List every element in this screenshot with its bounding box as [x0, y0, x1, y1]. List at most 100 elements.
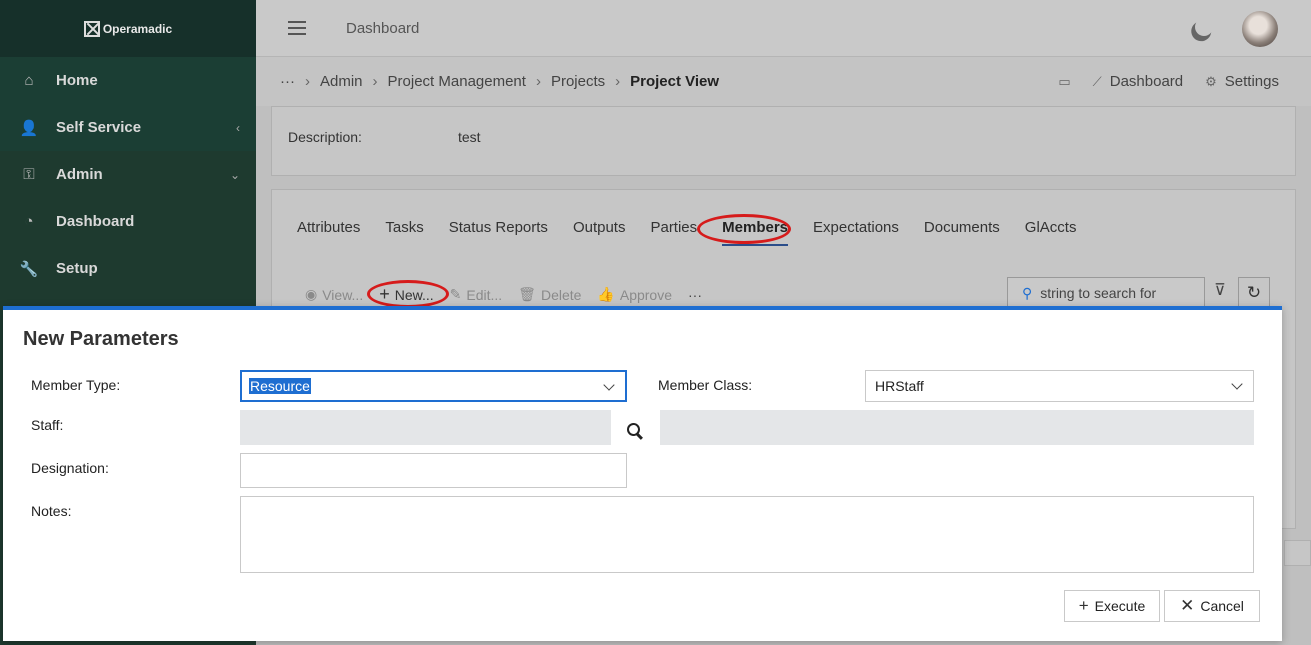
description-card: Description: test [271, 106, 1296, 176]
search-icon[interactable] [626, 422, 644, 440]
staff-name-field [660, 410, 1254, 445]
member-type-label: Member Type: [31, 377, 121, 393]
brand-name: Operamadic [102, 21, 173, 36]
cancel-button[interactable]: ✕ Cancel [1164, 590, 1260, 622]
dialog-title: New Parameters [23, 328, 179, 350]
execute-button[interactable]: + Execute [1064, 590, 1160, 622]
sidebar-item-label: Setup [56, 260, 98, 277]
sidebar-item-self-service[interactable]: 👤 Self Service ‹ [0, 104, 256, 151]
avatar[interactable] [1242, 11, 1278, 47]
member-class-value: HRStaff [875, 378, 924, 394]
brand[interactable]: Operamadic [0, 0, 256, 57]
settings-link[interactable]: ⚙ Settings [1205, 73, 1279, 90]
edit-button[interactable]: ✎ Edit... [450, 286, 503, 303]
tab-status-reports[interactable]: Status Reports [449, 219, 548, 246]
sidebar-item-label: Self Service [56, 119, 142, 136]
search-input[interactable]: ⚲ string to search for [1007, 277, 1205, 309]
user-gear-icon: 👤 [19, 119, 39, 137]
dashboard-link[interactable]: ⟋ Dashboard [1093, 73, 1184, 90]
chevron-down-icon: ⌄ [229, 167, 240, 182]
chevron-right-icon: › [535, 73, 541, 90]
tab-bar: Attributes Tasks Status Reports Outputs … [297, 219, 1076, 246]
member-type-select[interactable]: Resource [240, 370, 627, 402]
member-class-label: Member Class: [658, 377, 753, 393]
close-icon: ✕ [1180, 596, 1195, 615]
sidebar-item-setup[interactable]: 🔧 Setup [0, 245, 256, 292]
view-button[interactable]: ◉ View... [305, 286, 363, 303]
sidebar-item-dashboard[interactable]: ◔ Dashboard [0, 198, 256, 245]
notes-textarea[interactable] [240, 496, 1254, 573]
staff-field [240, 410, 611, 445]
key-icon: ⚿ [23, 166, 35, 183]
staff-label: Staff: [31, 417, 64, 433]
gauge-icon: ◔ [24, 213, 34, 230]
member-class-select[interactable]: HRStaff [865, 370, 1254, 402]
moon-icon[interactable] [1192, 15, 1215, 38]
logo-icon [83, 20, 100, 37]
grid-toolbar: ◉ View... + New... ✎ Edit... 🗑 Delete 👍 Appro… [305, 284, 702, 305]
delete-button[interactable]: 🗑 Delete [518, 286, 581, 303]
approve-button-label: Approve [619, 286, 673, 303]
approve-button[interactable]: 👍 Approve [597, 286, 672, 303]
trash-icon: 🗑 [518, 286, 536, 302]
breadcrumb-project-view: Project View [630, 73, 720, 90]
comment-icon[interactable]: ▭ [1058, 74, 1070, 90]
breadcrumb-project-management[interactable]: Project Management [388, 73, 526, 90]
cancel-button-label: Cancel [1200, 598, 1244, 614]
sidebar-item-home[interactable]: ⌂ Home [0, 57, 256, 104]
breadcrumb-admin[interactable]: Admin [320, 73, 363, 90]
sidebar-item-label: Admin [56, 166, 103, 183]
sidebar-item-admin[interactable]: ⚿ Admin ⌄ [0, 151, 256, 198]
breadcrumb-projects[interactable]: Projects [551, 73, 605, 90]
page-title: Dashboard [346, 19, 420, 37]
top-bar: Dashboard [256, 0, 1311, 57]
chevron-left-icon: ‹ [236, 120, 240, 135]
refresh-icon: ↻ [1246, 283, 1262, 302]
filter-icon[interactable]: ⊽ [1209, 280, 1231, 302]
tab-expectations[interactable]: Expectations [813, 219, 899, 246]
plus-icon: + [1078, 596, 1089, 615]
menu-icon[interactable] [288, 21, 306, 35]
edit-button-label: Edit... [466, 286, 503, 303]
tab-tasks[interactable]: Tasks [385, 219, 423, 246]
sidebar-item-label: Home [56, 72, 98, 89]
member-type-value: Resource [249, 378, 311, 394]
refresh-button[interactable]: ↻ [1238, 277, 1270, 309]
tab-parties[interactable]: Parties [650, 219, 697, 246]
delete-button-label: Delete [540, 286, 582, 303]
pencil-icon: ✎ [449, 286, 462, 302]
chevron-right-icon: › [615, 73, 621, 90]
header-actions: ▭ ⟋ Dashboard ⚙ Settings [1058, 57, 1279, 106]
designation-label: Designation: [31, 460, 109, 476]
search-icon: ⚲ [1022, 284, 1033, 301]
chevron-right-icon: › [372, 73, 378, 90]
breadcrumb: ··· › Admin › Project Management › Proje… [256, 57, 1311, 106]
thumbs-up-icon: 👍 [597, 286, 615, 302]
notes-label: Notes: [31, 503, 72, 519]
background-card [1284, 540, 1311, 566]
chevron-right-icon: › [305, 73, 310, 90]
new-parameters-dialog: New Parameters Member Type: Resource Mem… [3, 306, 1282, 641]
description-label: Description: [288, 129, 362, 145]
description-value: test [458, 129, 481, 145]
eye-icon: ◉ [305, 286, 318, 302]
designation-input[interactable] [240, 453, 627, 488]
gear-icon: ⚙ [1205, 73, 1217, 89]
search-placeholder: string to search for [1040, 285, 1157, 301]
home-icon: ⌂ [24, 72, 34, 89]
highlight-ring-members [697, 214, 791, 244]
execute-button-label: Execute [1094, 598, 1146, 614]
sidebar-item-label: Dashboard [56, 213, 135, 230]
more-actions-button[interactable]: ··· [688, 287, 702, 303]
view-button-label: View... [322, 286, 364, 303]
chart-line-icon: ⟋ [1092, 73, 1102, 89]
wrench-icon: 🔧 [19, 260, 39, 278]
tab-documents[interactable]: Documents [924, 219, 1000, 246]
settings-link-label: Settings [1224, 73, 1279, 90]
dashboard-link-label: Dashboard [1109, 73, 1184, 90]
tab-attributes[interactable]: Attributes [297, 219, 360, 246]
tab-outputs[interactable]: Outputs [573, 219, 626, 246]
highlight-ring-new [367, 280, 449, 308]
tab-glaccts[interactable]: GlAccts [1025, 219, 1077, 246]
breadcrumb-more[interactable]: ··· [280, 73, 295, 90]
